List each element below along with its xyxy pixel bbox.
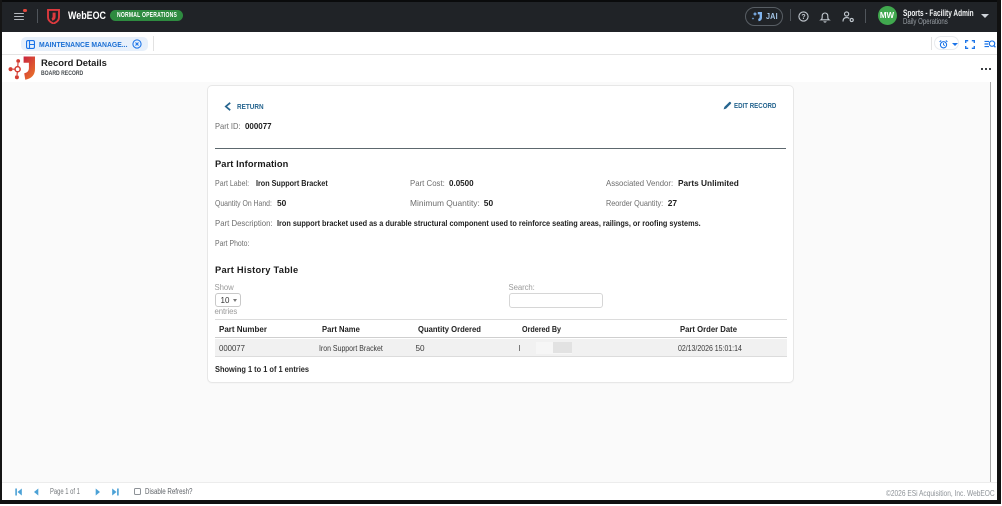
svg-text:?: ? (801, 14, 805, 21)
